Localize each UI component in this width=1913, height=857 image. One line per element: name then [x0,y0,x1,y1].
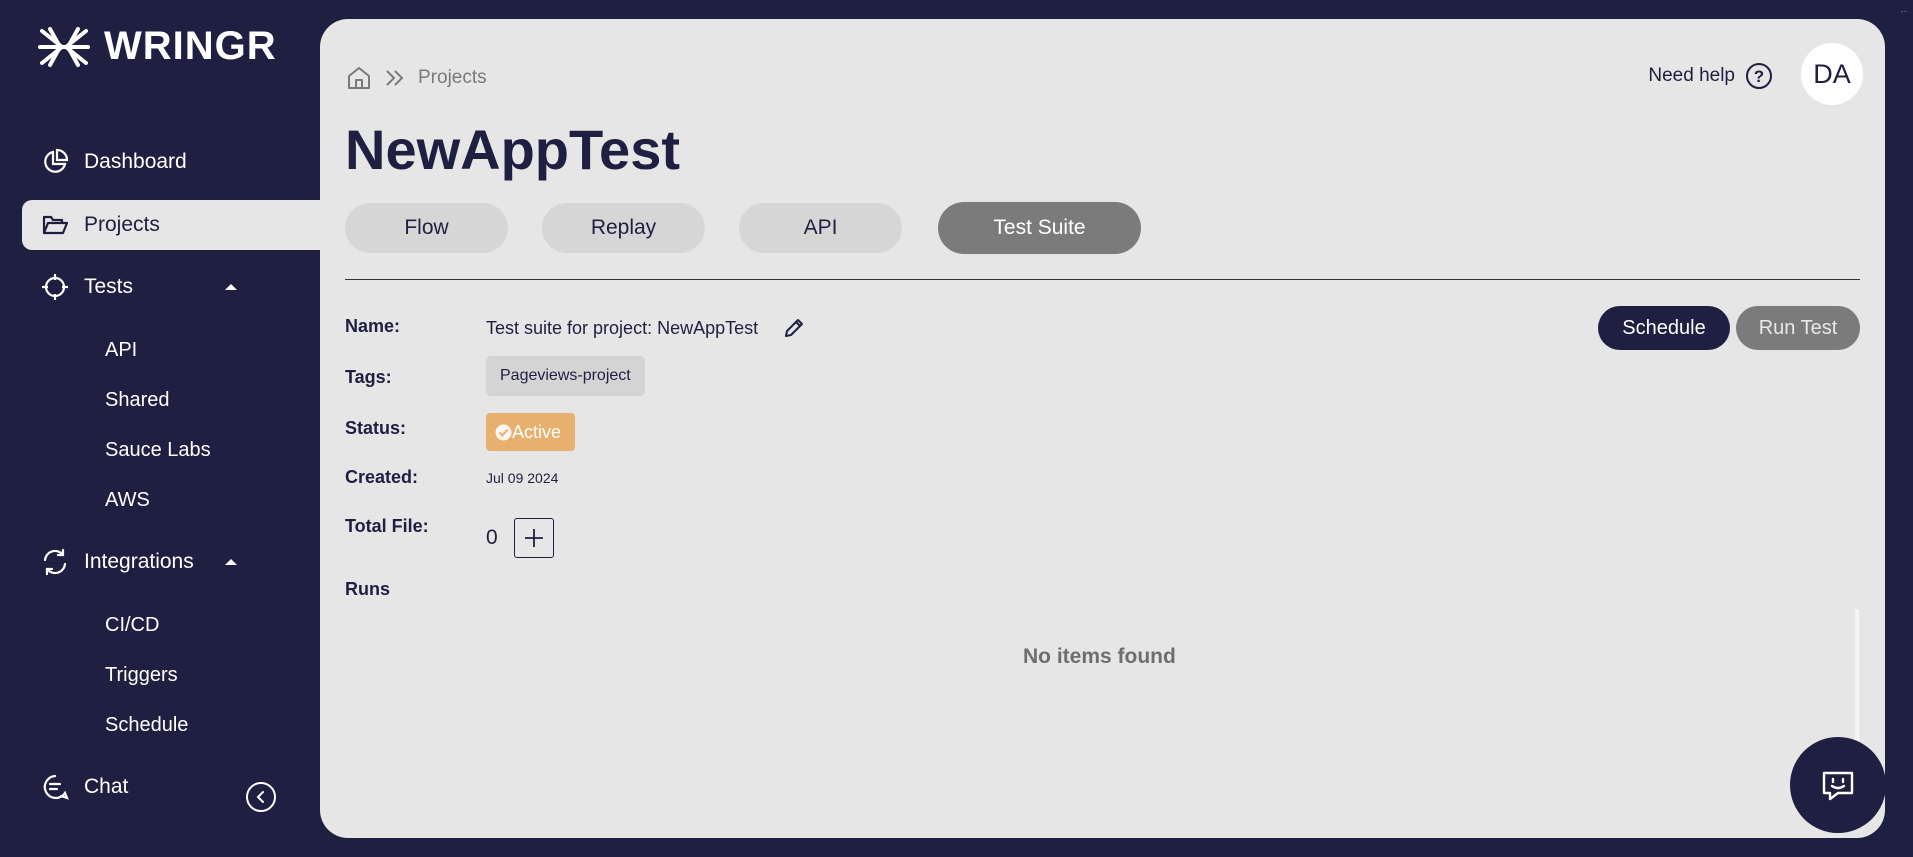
breadcrumb: Projects [346,65,487,91]
created-value: Jul 09 2024 [486,470,559,486]
status-badge: Active [486,413,576,451]
scrollbar[interactable] [1855,609,1859,759]
brand-name: WRINGR [104,24,277,68]
tab-flow[interactable]: Flow [345,203,508,253]
chatbot-icon [1822,771,1854,801]
tab-test-suite[interactable]: Test Suite [938,202,1141,254]
sidebar-subitem-api[interactable]: API [105,339,137,362]
runs-heading: Runs [345,579,390,599]
tab-replay[interactable]: Replay [542,203,705,253]
pencil-icon[interactable] [782,316,806,340]
main-panel: Projects Need help ? DA NewAppTest Flow … [320,19,1885,838]
sidebar-item-label: Dashboard [84,150,187,173]
sidebar-item-label: Integrations [84,550,194,573]
chevron-left-icon [256,791,264,803]
run-test-button[interactable]: Run Test [1736,306,1860,350]
folder-icon [40,210,70,240]
pie-chart-icon [40,147,70,177]
empty-state: No items found [1023,645,1176,668]
sidebar-item-label: Projects [84,213,160,236]
help-label: Need help [1648,65,1735,86]
sidebar-item-tests[interactable]: Tests [22,262,320,312]
sidebar-subitem-shared[interactable]: Shared [105,389,170,412]
sidebar-subitem-triggers[interactable]: Triggers [105,664,178,687]
sidebar-item-label: Tests [84,275,134,298]
tags-label: Tags: [345,367,392,387]
sidebar-item-integrations[interactable]: Integrations [22,537,320,587]
total-file-label: Total File: [345,516,429,536]
sidebar-item-projects[interactable]: Projects [22,200,320,250]
chevron-up-icon[interactable] [222,553,240,571]
name-label: Name: [345,316,401,336]
avatar[interactable]: DA [1801,43,1863,105]
sidebar-item-label: Chat [84,775,129,798]
double-chevron-right-icon [386,70,404,86]
sidebar-item-dashboard[interactable]: Dashboard [22,137,320,187]
sidebar-subitem-aws[interactable]: AWS [105,489,150,512]
window-dots: ·· [1900,6,1907,17]
home-icon[interactable] [346,65,372,91]
question-circle-icon: ? [1746,63,1772,89]
total-file-value: 0 [486,526,498,549]
total-file: 0 [486,518,554,558]
created-label: Created: [345,467,419,487]
sync-icon [40,547,70,577]
suite-name: Test suite for project: NewAppTest [486,316,806,340]
chevron-up-icon[interactable] [222,278,240,296]
sidebar-subitem-sauce-labs[interactable]: Sauce Labs [105,439,211,462]
breadcrumb-item-projects[interactable]: Projects [418,67,487,89]
brand-logo[interactable]: WRINGR [38,24,277,69]
add-file-button[interactable] [513,518,554,558]
sidebar-subitem-cicd[interactable]: CI/CD [105,614,159,637]
collapse-sidebar-button[interactable] [246,782,276,812]
sidebar-subitem-schedule[interactable]: Schedule [105,714,188,737]
chat-support-button[interactable] [1790,737,1886,833]
plus-icon [524,529,543,547]
crosshair-icon [40,272,70,302]
sidebar-item-chat[interactable]: Chat [22,762,320,812]
page-title: NewAppTest [345,118,680,181]
help-link[interactable]: Need help ? [1648,62,1773,90]
status-value: Active [512,421,562,442]
svg-text:?: ? [1754,67,1764,86]
tab-api[interactable]: API [739,203,902,253]
schedule-button[interactable]: Schedule [1598,306,1730,350]
chat-bubble-icon [40,772,70,802]
status-label: Status: [345,418,407,438]
divider [345,279,1860,280]
check-circle-icon [495,424,512,440]
tag-chip[interactable]: Pageviews-project [486,356,645,396]
suite-name-value: Test suite for project: NewAppTest [486,317,759,338]
wringr-logo-icon [38,26,90,67]
